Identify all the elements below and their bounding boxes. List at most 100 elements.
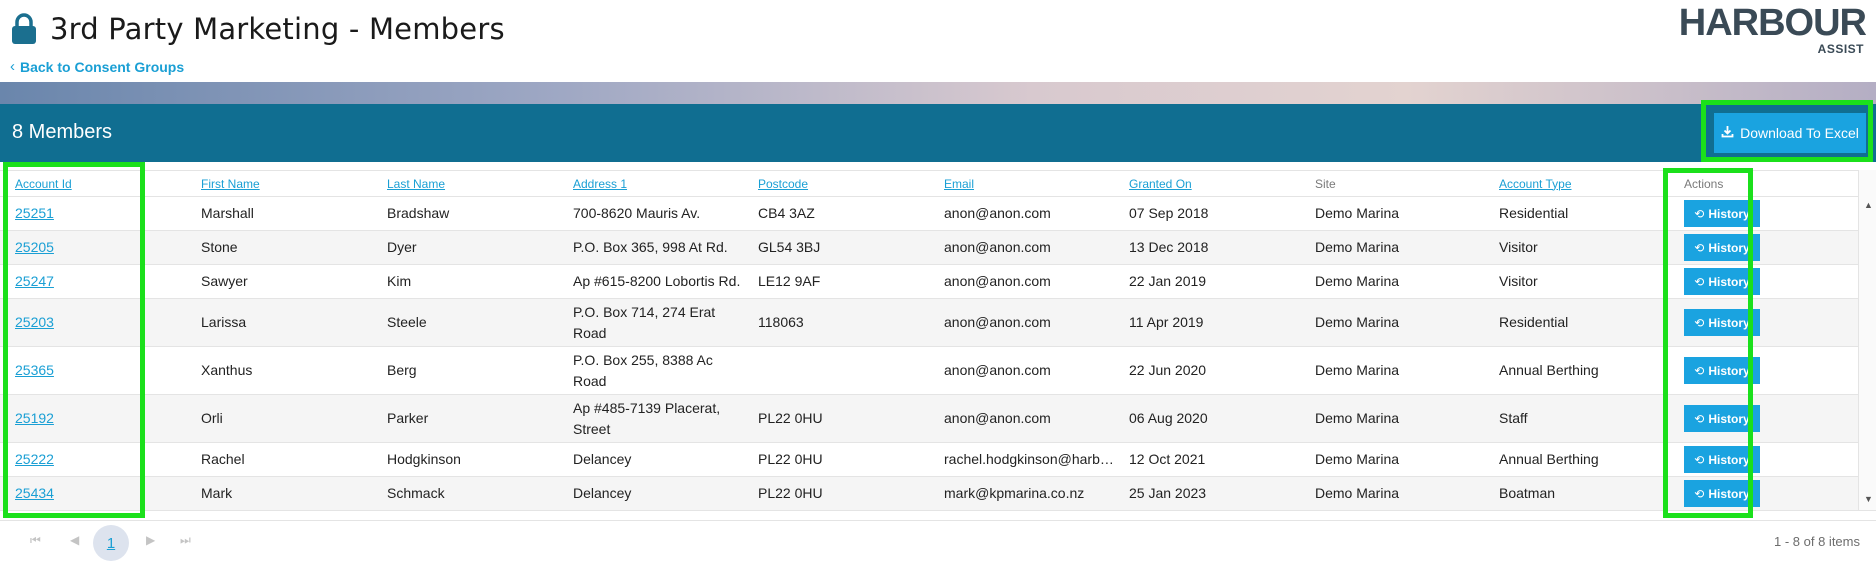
column-header-postcode[interactable]: Postcode <box>743 170 929 197</box>
account-id-cell: 25192 <box>0 394 186 443</box>
account-id-link[interactable]: 25365 <box>15 362 54 378</box>
sort-link[interactable]: Last Name <box>387 177 445 191</box>
previous-page-icon[interactable]: ◀ <box>70 533 79 547</box>
account-id-link[interactable]: 25203 <box>15 314 54 330</box>
address-cell: Delancey <box>558 476 743 511</box>
account-type-cell: Residential <box>1484 196 1669 231</box>
history-button[interactable]: ⟲ History <box>1684 234 1760 261</box>
history-label: History <box>1708 240 1750 255</box>
history-label: History <box>1708 486 1750 501</box>
sort-link[interactable]: First Name <box>201 177 260 191</box>
sort-link[interactable]: Email <box>944 177 974 191</box>
account-id-link[interactable]: 25251 <box>15 205 54 221</box>
address-cell: P.O. Box 365, 998 At Rd. <box>558 230 743 265</box>
account-id-cell: 25251 <box>0 196 186 231</box>
column-header-account-type[interactable]: Account Type <box>1484 170 1669 197</box>
site-cell: Demo Marina <box>1300 442 1484 477</box>
history-icon: ⟲ <box>1694 486 1705 501</box>
table-header-row: Account Id First Name Last Name Address … <box>0 170 1876 197</box>
first-page-icon[interactable]: ⏮ <box>30 533 41 548</box>
granted-on-cell: 25 Jan 2023 <box>1114 476 1300 511</box>
first-name-cell: Xanthus <box>186 346 372 395</box>
site-cell: Demo Marina <box>1300 264 1484 299</box>
sort-link[interactable]: Granted On <box>1129 177 1192 191</box>
actions-cell: ⟲ History <box>1669 264 1876 299</box>
first-name-cell: Orli <box>186 394 372 443</box>
next-page-icon[interactable]: ▶ <box>146 533 155 547</box>
history-button[interactable]: ⟲ History <box>1684 405 1760 432</box>
history-icon: ⟲ <box>1694 363 1705 378</box>
history-button[interactable]: ⟲ History <box>1684 480 1760 507</box>
column-header-email[interactable]: Email <box>929 170 1114 197</box>
account-id-link[interactable]: 25434 <box>15 485 54 501</box>
history-label: History <box>1708 452 1750 467</box>
table-row: 25251 Marshall Bradshaw 700-8620 Mauris … <box>0 196 1876 231</box>
account-id-link[interactable]: 25222 <box>15 451 54 467</box>
email-cell: mark@kpmarina.co.nz <box>929 476 1114 511</box>
column-header-first-name[interactable]: First Name <box>186 170 372 197</box>
last-name-cell: Berg <box>372 346 558 395</box>
table-row: 25365 Xanthus Berg P.O. Box 255, 8388 Ac… <box>0 346 1876 395</box>
history-icon: ⟲ <box>1694 206 1705 221</box>
history-button[interactable]: ⟲ History <box>1684 268 1760 295</box>
scroll-down-arrow-icon[interactable]: ▼ <box>1864 494 1873 504</box>
members-table-container: Account Id First Name Last Name Address … <box>0 170 1876 511</box>
postcode-cell: PL22 0HU <box>743 394 929 443</box>
last-name-cell: Schmack <box>372 476 558 511</box>
sort-link[interactable]: Account Id <box>15 177 72 191</box>
address-cell: P.O. Box 255, 8388 Ac Road <box>558 346 743 395</box>
history-button[interactable]: ⟲ History <box>1684 309 1760 336</box>
table-row: 25247 Sawyer Kim Ap #615-8200 Lobortis R… <box>0 264 1876 299</box>
table-scrollbar[interactable]: ▲ ▼ <box>1858 170 1876 510</box>
table-row: 25192 Orli Parker Ap #485-7139 Placerat,… <box>0 394 1876 443</box>
harbour-assist-logo: HARBOUR ASSIST <box>1679 4 1867 56</box>
history-button[interactable]: ⟲ History <box>1684 357 1760 384</box>
account-id-cell: 25203 <box>0 298 186 347</box>
column-header-address[interactable]: Address 1 <box>558 170 743 197</box>
download-to-excel-button[interactable]: Download To Excel <box>1714 113 1866 153</box>
history-button[interactable]: ⟲ History <box>1684 446 1760 473</box>
last-name-cell: Kim <box>372 264 558 299</box>
table-row: 25434 Mark Schmack Delancey PL22 0HU mar… <box>0 476 1876 511</box>
history-icon: ⟲ <box>1694 411 1705 426</box>
address-cell: Ap #615-8200 Lobortis Rd. <box>558 264 743 299</box>
back-to-consent-groups-link[interactable]: ‹ Back to Consent Groups <box>10 58 184 75</box>
sort-link[interactable]: Account Type <box>1499 177 1572 191</box>
decorative-banner <box>0 82 1876 104</box>
account-id-link[interactable]: 25192 <box>15 410 54 426</box>
email-cell: anon@anon.com <box>929 394 1114 443</box>
granted-on-cell: 07 Sep 2018 <box>1114 196 1300 231</box>
email-cell: anon@anon.com <box>929 196 1114 231</box>
last-name-cell: Steele <box>372 298 558 347</box>
account-id-link[interactable]: 25205 <box>15 239 54 255</box>
email-cell: anon@anon.com <box>929 264 1114 299</box>
site-cell: Demo Marina <box>1300 230 1484 265</box>
address-cell: Delancey <box>558 442 743 477</box>
back-link-label: Back to Consent Groups <box>20 58 185 75</box>
address-cell: P.O. Box 714, 274 Erat Road <box>558 298 743 347</box>
sort-link[interactable]: Address 1 <box>573 177 627 191</box>
first-name-cell: Mark <box>186 476 372 511</box>
account-type-cell: Boatman <box>1484 476 1669 511</box>
site-cell: Demo Marina <box>1300 394 1484 443</box>
site-cell: Demo Marina <box>1300 298 1484 347</box>
sort-link[interactable]: Postcode <box>758 177 808 191</box>
postcode-cell <box>743 346 929 395</box>
last-page-icon[interactable]: ⏭ <box>180 533 191 548</box>
page-number-button[interactable]: 1 <box>93 525 129 561</box>
scroll-up-arrow-icon[interactable]: ▲ <box>1864 200 1873 210</box>
address-cell: 700-8620 Mauris Av. <box>558 196 743 231</box>
column-header-account-id[interactable]: Account Id <box>0 170 186 197</box>
actions-cell: ⟲ History <box>1669 442 1876 477</box>
last-name-cell: Bradshaw <box>372 196 558 231</box>
column-header-last-name[interactable]: Last Name <box>372 170 558 197</box>
members-count: 8 Members <box>12 121 113 143</box>
history-button[interactable]: ⟲ History <box>1684 200 1760 227</box>
history-icon: ⟲ <box>1694 240 1705 255</box>
account-id-link[interactable]: 25247 <box>15 273 54 289</box>
account-id-cell: 25205 <box>0 230 186 265</box>
granted-on-cell: 06 Aug 2020 <box>1114 394 1300 443</box>
column-header-granted-on[interactable]: Granted On <box>1114 170 1300 197</box>
members-toolbar: 8 Members Download To Excel <box>0 100 1876 162</box>
last-name-cell: Parker <box>372 394 558 443</box>
